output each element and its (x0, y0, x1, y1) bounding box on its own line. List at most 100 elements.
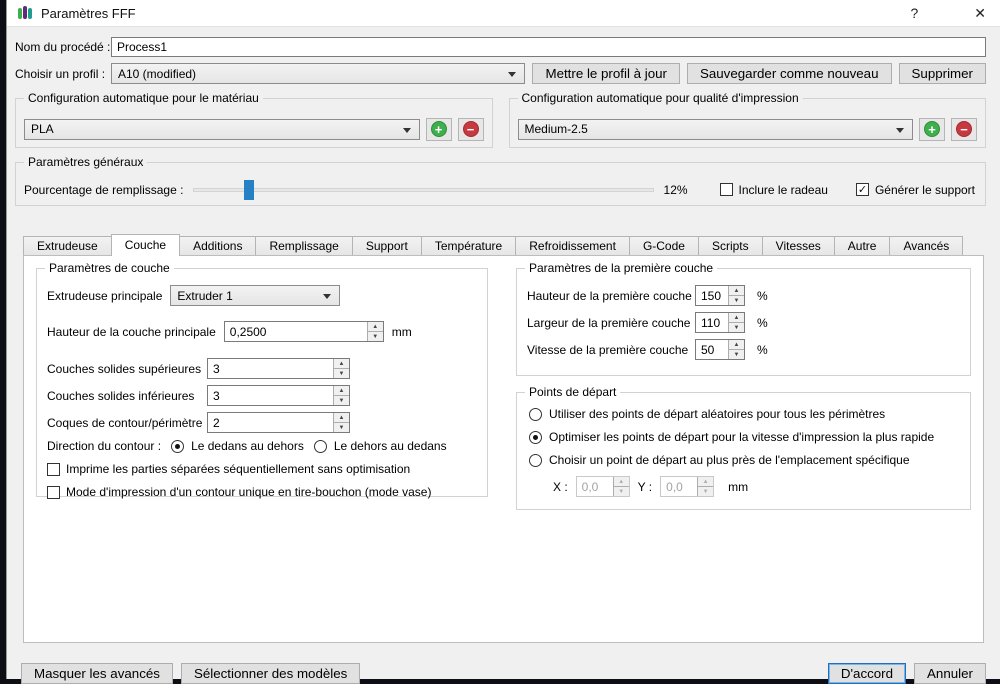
process-name-input[interactable]: Process1 (111, 37, 986, 57)
outside-in-radio[interactable]: Le dehors au dedans (314, 439, 447, 453)
spin-up-icon[interactable]: ▲ (729, 313, 744, 323)
app-logo-icon (17, 5, 33, 21)
layer-height-spinner[interactable]: 0,2500 ▲ ▼ (224, 321, 384, 342)
tab-scripts[interactable]: Scripts (698, 236, 763, 255)
tab-extrudeuse[interactable]: Extrudeuse (23, 236, 112, 255)
remove-quality-button[interactable]: − (951, 118, 977, 141)
save-as-new-button[interactable]: Sauvegarder comme nouveau (687, 63, 892, 84)
spin-buttons: ▲ ▼ (728, 313, 744, 332)
first-layer-speed-spinner[interactable]: 50 ▲ ▼ (695, 339, 745, 360)
spin-up-icon[interactable]: ▲ (698, 477, 713, 487)
material-config-group: Configuration automatique pour le matéri… (15, 98, 493, 148)
include-raft-checkbox[interactable]: Inclure le radeau (720, 183, 828, 197)
spin-down-icon[interactable]: ▼ (334, 396, 349, 405)
cancel-button[interactable]: Annuler (914, 663, 986, 684)
general-settings-group: Paramètres généraux Pourcentage de rempl… (15, 162, 986, 206)
mm-unit: mm (728, 480, 748, 494)
spin-down-icon[interactable]: ▼ (334, 423, 349, 432)
optimize-start-radio[interactable]: Optimiser les points de départ pour la v… (529, 430, 960, 444)
random-start-label: Utiliser des points de départ aléatoires… (549, 407, 885, 421)
first-layer-speed-label: Vitesse de la première couche (527, 343, 695, 357)
first-layer-height-spinner[interactable]: 150 ▲ ▼ (695, 285, 745, 306)
percent-unit: % (757, 343, 768, 357)
close-icon[interactable]: ✕ (974, 5, 986, 22)
random-start-radio[interactable]: Utiliser des points de départ aléatoires… (529, 407, 960, 421)
choose-start-radio[interactable]: Choisir un point de départ au plus près … (529, 453, 960, 467)
select-models-button[interactable]: Sélectionner des modèles (181, 663, 360, 684)
inside-out-radio[interactable]: Le dedans au dehors (171, 439, 304, 453)
top-solid-spinner[interactable]: 3 ▲ ▼ (207, 358, 350, 379)
sequential-printing-checkbox[interactable]: Imprime les parties séparées séquentiell… (47, 462, 477, 476)
spin-down-icon[interactable]: ▼ (729, 296, 744, 305)
spin-up-icon[interactable]: ▲ (334, 386, 349, 396)
infill-percent-value: 12% (664, 183, 688, 197)
tab-couche[interactable]: Couche (111, 234, 180, 256)
checkbox-icon (720, 183, 733, 196)
spin-down-icon[interactable]: ▼ (729, 350, 744, 359)
y-coordinate-spinner[interactable]: 0,0 ▲ ▼ (660, 476, 714, 497)
x-coordinate-spinner[interactable]: 0,0 ▲ ▼ (576, 476, 630, 497)
tab-remplissage[interactable]: Remplissage (255, 236, 352, 255)
material-config-title: Configuration automatique pour le matéri… (24, 91, 263, 105)
hide-advanced-button[interactable]: Masquer les avancés (21, 663, 173, 684)
first-layer-width-label: Largeur de la première couche (527, 316, 695, 330)
material-combobox[interactable]: PLA (24, 119, 420, 140)
primary-extruder-combobox[interactable]: Extruder 1 (170, 285, 340, 306)
first-layer-height-label: Hauteur de la première couche (527, 289, 695, 303)
ok-button[interactable]: D'accord (828, 663, 906, 684)
bottom-solid-value: 3 (208, 386, 333, 405)
bottom-solid-spinner[interactable]: 3 ▲ ▼ (207, 385, 350, 406)
layer-tab-panel: Paramètres de couche Extrudeuse principa… (23, 255, 984, 643)
radio-icon (529, 454, 542, 467)
spin-buttons: ▲ ▼ (333, 359, 349, 378)
spin-up-icon[interactable]: ▲ (334, 359, 349, 369)
tab-support[interactable]: Support (352, 236, 422, 255)
radio-selected-icon (529, 431, 542, 444)
first-layer-width-value: 110 (696, 313, 728, 332)
update-profile-button[interactable]: Mettre le profil à jour (532, 63, 679, 84)
help-icon[interactable]: ? (910, 5, 918, 21)
tab-vitesses[interactable]: Vitesses (762, 236, 835, 255)
quality-combobox[interactable]: Medium-2.5 (518, 119, 914, 140)
vase-mode-checkbox[interactable]: Mode d'impression d'un contour unique en… (47, 485, 477, 499)
perimeter-shells-label: Coques de contour/périmètre (47, 416, 207, 430)
generate-support-label: Générer le support (875, 183, 975, 197)
spin-up-icon[interactable]: ▲ (729, 286, 744, 296)
sequential-printing-label: Imprime les parties séparées séquentiell… (66, 462, 410, 476)
first-layer-width-spinner[interactable]: 110 ▲ ▼ (695, 312, 745, 333)
spin-down-icon[interactable]: ▼ (334, 369, 349, 378)
tab-avances[interactable]: Avancés (889, 236, 963, 255)
add-material-button[interactable]: + (426, 118, 452, 141)
spin-buttons: ▲ ▼ (728, 340, 744, 359)
plus-icon: + (924, 121, 940, 137)
remove-material-button[interactable]: − (458, 118, 484, 141)
spin-down-icon[interactable]: ▼ (729, 323, 744, 332)
spin-down-icon[interactable]: ▼ (368, 332, 383, 341)
generate-support-checkbox[interactable]: Générer le support (856, 183, 975, 197)
profile-combobox[interactable]: A10 (modified) (111, 63, 525, 84)
spin-up-icon[interactable]: ▲ (368, 322, 383, 332)
spin-up-icon[interactable]: ▲ (729, 340, 744, 350)
primary-extruder-value: Extruder 1 (177, 289, 232, 303)
spin-down-icon[interactable]: ▼ (614, 487, 629, 496)
settings-tab-bar: Extrudeuse Couche Additions Remplissage … (23, 234, 984, 255)
spin-down-icon[interactable]: ▼ (698, 487, 713, 496)
layer-settings-group: Paramètres de couche Extrudeuse principa… (36, 268, 488, 497)
minus-icon: − (463, 121, 479, 137)
tab-refroidissement[interactable]: Refroidissement (515, 236, 630, 255)
tab-additions[interactable]: Additions (179, 236, 256, 255)
tab-temperature[interactable]: Température (421, 236, 516, 255)
infill-slider[interactable] (193, 180, 653, 200)
delete-profile-button[interactable]: Supprimer (899, 63, 986, 84)
add-quality-button[interactable]: + (919, 118, 945, 141)
spin-up-icon[interactable]: ▲ (334, 413, 349, 423)
infill-slider-handle[interactable] (244, 180, 254, 200)
spin-up-icon[interactable]: ▲ (614, 477, 629, 487)
tab-autre[interactable]: Autre (834, 236, 891, 255)
spin-buttons: ▲ ▼ (697, 477, 713, 496)
spin-buttons: ▲ ▼ (333, 386, 349, 405)
tab-gcode[interactable]: G-Code (629, 236, 699, 255)
first-layer-height-value: 150 (696, 286, 728, 305)
perimeter-shells-spinner[interactable]: 2 ▲ ▼ (207, 412, 350, 433)
fff-settings-dialog: Paramètres FFF ? ✕ Nom du procédé : Proc… (6, 0, 1000, 679)
